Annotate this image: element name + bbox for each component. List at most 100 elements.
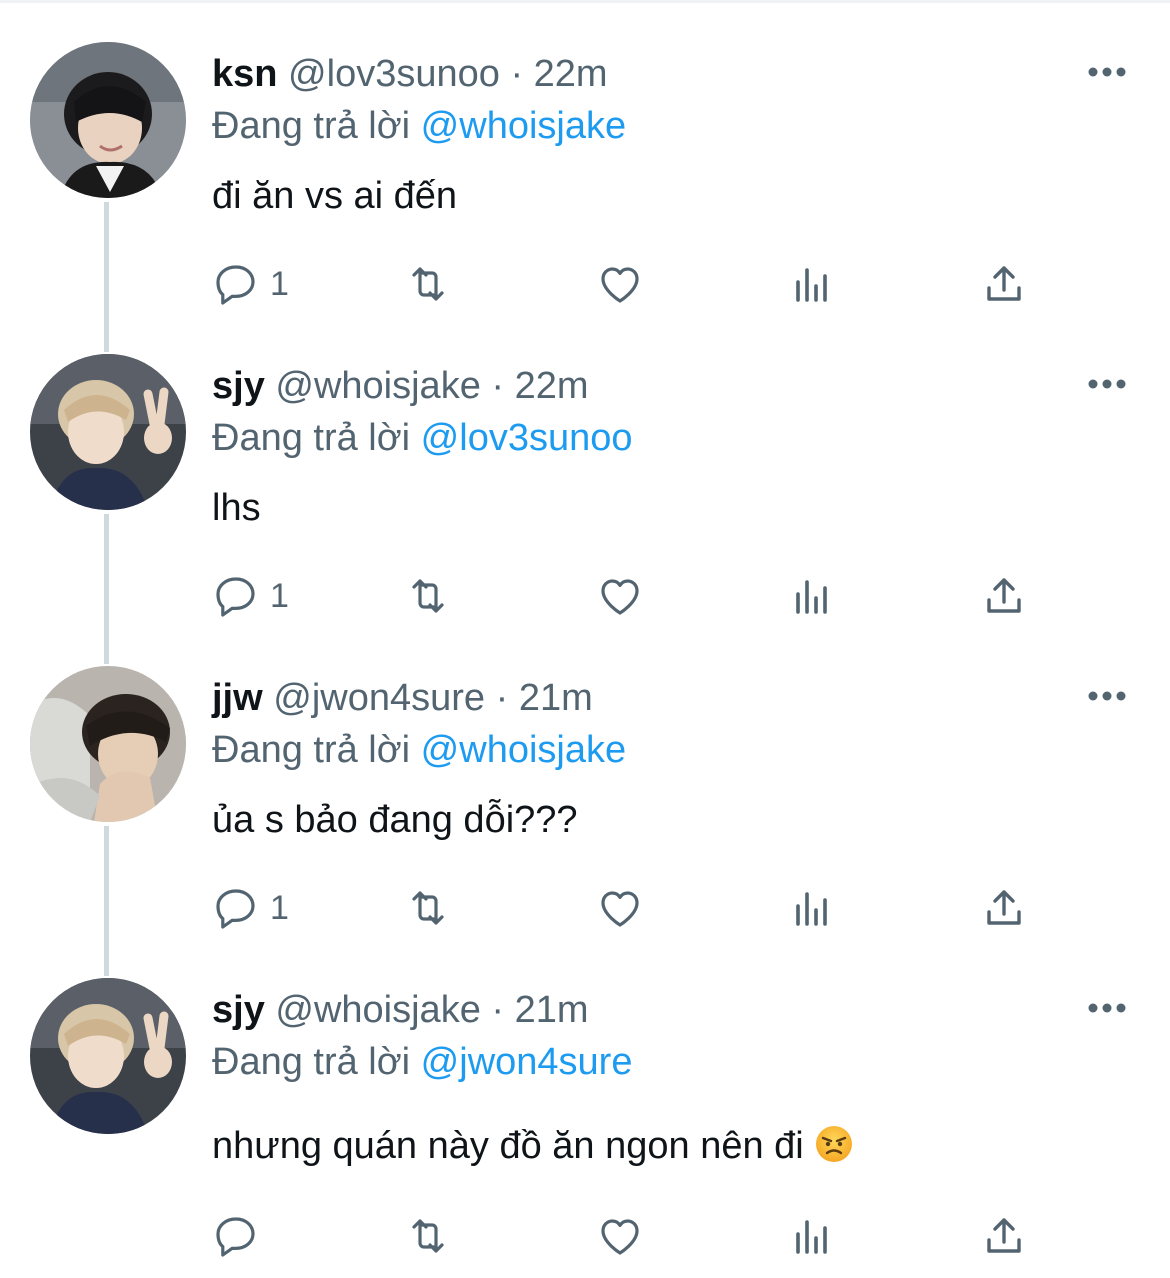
tweet[interactable]: sjy @whoisjake · 22m Đang trả lời @lov3s… (0, 312, 1170, 624)
mention-link[interactable]: @lov3sunoo (421, 417, 633, 459)
share-icon (987, 266, 1021, 301)
mention-link[interactable]: @whoisjake (421, 729, 626, 771)
like-button[interactable] (596, 1208, 644, 1264)
action-bar (212, 1208, 1072, 1264)
timestamp[interactable]: 22m (515, 365, 589, 407)
angry-face-emoji (815, 1126, 852, 1162)
avatar[interactable] (30, 978, 186, 1134)
tweet-header: sjy @whoisjake · 21m (212, 984, 589, 1036)
views-button[interactable] (788, 1208, 836, 1264)
display-name[interactable]: jjw (212, 677, 263, 719)
separator-dot: · (510, 53, 524, 95)
retweet-button[interactable] (404, 568, 452, 624)
user-handle[interactable]: @whoisjake (275, 989, 480, 1031)
user-handle[interactable]: @jwon4sure (273, 677, 485, 719)
timestamp[interactable]: 21m (519, 677, 593, 719)
replying-to: Đang trả lời @lov3sunoo (212, 412, 633, 464)
views-bar-icon (796, 580, 827, 614)
replying-to-label: Đang trả lời (212, 417, 411, 459)
display-name[interactable]: sjy (212, 365, 265, 407)
replying-to-label: Đang trả lời (212, 1041, 411, 1083)
more-dots-icon (1088, 1003, 1126, 1013)
replying-to: Đang trả lời @whoisjake (212, 100, 626, 152)
retweet-icon (412, 579, 444, 613)
display-name[interactable]: sjy (212, 989, 265, 1031)
more-dots-icon (1088, 379, 1126, 389)
reply-count: 1 (270, 888, 289, 927)
more-options-button[interactable] (1086, 60, 1128, 84)
like-button[interactable] (596, 880, 644, 936)
replying-to: Đang trả lời @whoisjake (212, 724, 626, 776)
retweet-icon (412, 267, 444, 301)
reply-button[interactable]: 1 (212, 568, 289, 624)
timestamp[interactable]: 22m (534, 53, 608, 95)
retweet-button[interactable] (404, 1208, 452, 1264)
views-button[interactable] (788, 568, 836, 624)
reply-button[interactable]: 1 (212, 256, 289, 312)
avatar[interactable] (30, 42, 186, 198)
avatar-image (30, 978, 186, 1134)
heart-icon (601, 1219, 639, 1255)
tweet[interactable]: ksn @lov3sunoo · 22m Đang trả lời @whois… (0, 0, 1170, 312)
reply-button[interactable]: 1 (212, 880, 289, 936)
tweet[interactable]: sjy @whoisjake · 21m Đang trả lời @jwon4… (0, 936, 1170, 1257)
user-handle[interactable]: @whoisjake (275, 365, 480, 407)
more-options-button[interactable] (1086, 996, 1128, 1020)
like-button[interactable] (596, 568, 644, 624)
replying-to: Đang trả lời @jwon4sure (212, 1036, 632, 1088)
reply-bubble-icon (216, 1217, 255, 1257)
avatar[interactable] (30, 666, 186, 822)
tweet[interactable]: jjw @jwon4sure · 21m Đang trả lời @whois… (0, 624, 1170, 936)
share-icon (987, 890, 1021, 925)
action-bar: 1 (212, 256, 1072, 312)
tweet-header: jjw @jwon4sure · 21m (212, 672, 593, 724)
reply-bubble-icon (216, 889, 255, 929)
mention-link[interactable]: @whoisjake (421, 105, 626, 147)
action-bar: 1 (212, 880, 1072, 936)
more-dots-icon (1088, 67, 1126, 77)
tweet-header: ksn @lov3sunoo · 22m (212, 48, 608, 100)
replying-to-label: Đang trả lời (212, 105, 411, 147)
share-button[interactable] (980, 880, 1028, 936)
avatar-image (30, 354, 186, 510)
tweet-text-container: nhưng quán này đồ ăn ngon nên đi (212, 1120, 854, 1172)
like-button[interactable] (596, 256, 644, 312)
views-bar-icon (796, 268, 827, 302)
tweet-header: sjy @whoisjake · 22m (212, 360, 589, 412)
views-bar-icon (796, 1220, 827, 1254)
reply-count: 1 (270, 264, 289, 303)
more-options-button[interactable] (1086, 684, 1128, 708)
timestamp[interactable]: 21m (515, 989, 589, 1031)
share-button[interactable] (980, 1208, 1028, 1264)
separator-dot: · (491, 989, 505, 1031)
reply-bubble-icon (216, 265, 255, 305)
action-bar: 1 (212, 568, 1072, 624)
separator-dot: · (495, 677, 509, 719)
share-button[interactable] (980, 256, 1028, 312)
share-icon (987, 1218, 1021, 1253)
avatar-image (30, 666, 186, 822)
user-handle[interactable]: @lov3sunoo (288, 53, 500, 95)
heart-icon (601, 267, 639, 303)
reply-count: 1 (270, 576, 289, 615)
views-button[interactable] (788, 880, 836, 936)
retweet-button[interactable] (404, 256, 452, 312)
share-button[interactable] (980, 568, 1028, 624)
views-bar-icon (796, 892, 827, 926)
heart-icon (601, 579, 639, 615)
retweet-icon (412, 1219, 444, 1253)
more-options-button[interactable] (1086, 372, 1128, 396)
mention-link[interactable]: @jwon4sure (421, 1041, 633, 1083)
views-button[interactable] (788, 256, 836, 312)
reply-button[interactable] (212, 1208, 270, 1264)
avatar-image (30, 42, 186, 198)
display-name[interactable]: ksn (212, 53, 277, 95)
reply-bubble-icon (216, 577, 255, 617)
tweet-text: lhs (212, 487, 261, 529)
avatar[interactable] (30, 354, 186, 510)
retweet-icon (412, 891, 444, 925)
replying-to-label: Đang trả lời (212, 729, 411, 771)
more-dots-icon (1088, 691, 1126, 701)
heart-icon (601, 891, 639, 927)
retweet-button[interactable] (404, 880, 452, 936)
